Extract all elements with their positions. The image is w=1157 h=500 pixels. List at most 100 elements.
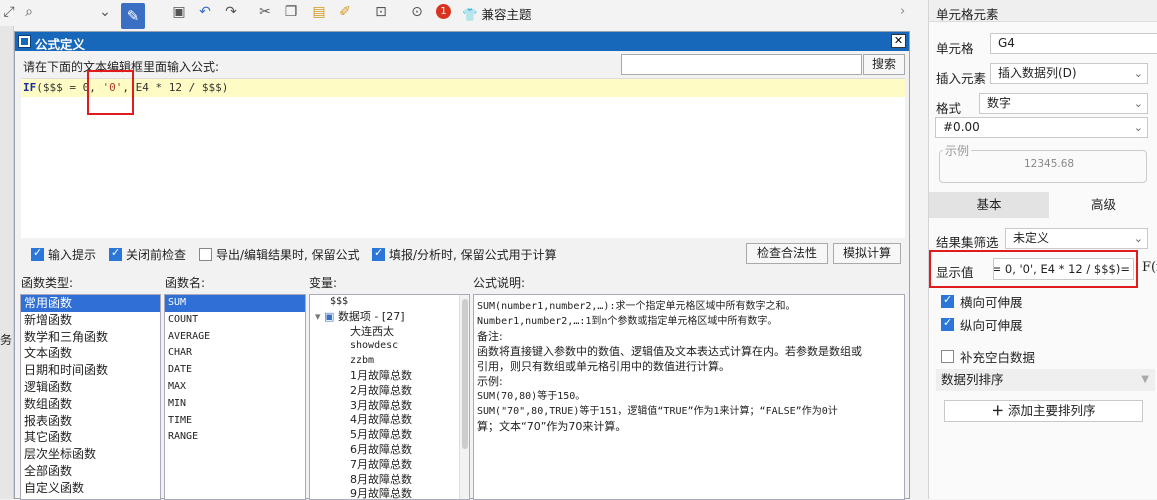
variable-scrollbar[interactable] [459,295,469,499]
expand-icon[interactable]: ⤢ [0,3,18,21]
list-item[interactable]: CHAR [165,345,305,362]
tree-item[interactable]: 7月故障总数 [310,458,469,473]
check-before-close-checkbox[interactable]: 关闭前检查 [109,246,186,263]
paste-icon[interactable]: ▤ [310,3,328,21]
display-value-field[interactable]: =IF($$$ = 0, '0', E4 * 12 / $$$) [993,258,1134,280]
display-label: 显示值 [936,265,974,280]
format-painter-icon[interactable]: ✐ [336,3,354,21]
redo-icon[interactable]: ↷ [222,3,240,21]
cell-element-panel: 单元格元素 单元格 G4 插入元素 插入数据列(D) ⌄ 格式 数字 ⌄ #0.00… [928,0,1157,499]
tree-dataset[interactable]: ▾ ▣ 数据项 - [27] [310,310,469,325]
list-item[interactable]: AVERAGE [165,329,305,346]
chevron-down-icon: ⌄ [1133,232,1143,245]
export-keep-formula-checkbox[interactable]: 导出/编辑结果时, 保留公式 [199,246,360,263]
insert-select[interactable]: 插入数据列(D) ⌄ [990,63,1148,84]
app-icon [18,35,31,48]
cell-field[interactable]: G4 [990,33,1157,54]
undo-icon[interactable]: ↶ [196,3,214,21]
tree-item[interactable]: 大连西太 [310,325,469,340]
tree-item[interactable]: 3月故障总数 [310,399,469,414]
compat-theme-label: 兼容主题 [481,7,532,22]
desc-line: Number1,number2,…:1到n个参数或指定单元格区域中所有数字。 [477,316,778,327]
desc-line: 备注: [477,330,503,343]
preview-icon[interactable]: ⊡ [372,3,390,21]
func-name-list[interactable]: SUM COUNT AVERAGE CHAR DATE MAX MIN TIME… [164,294,306,500]
chevron-right-icon[interactable]: › [900,4,905,19]
panel-title: 单元格元素 [936,7,999,22]
formula-editor[interactable]: IF($$$ = 0, '0', E4 * 12 / $$$) [21,78,905,238]
tree-root[interactable]: $$$ [310,295,469,310]
list-item[interactable]: MAX [165,379,305,396]
desc-line: 算；文本“70”作为70来计算。 [477,420,627,433]
list-item[interactable]: RANGE [165,429,305,446]
list-item[interactable]: 全部函数 [21,463,160,480]
horizontal-expand-checkbox[interactable]: 横向可伸展 [941,292,1023,311]
format-pattern-select[interactable]: #0.00 ⌄ [935,117,1148,138]
dialog-title: 公式定义 [35,37,86,52]
list-item[interactable]: 逻辑函数 [21,379,160,396]
fill-blank-checkbox[interactable]: 补充空白数据 [941,347,1035,366]
list-item[interactable]: DATE [165,362,305,379]
input-hint-checkbox[interactable]: 输入提示 [31,246,96,263]
add-sort-button[interactable]: ＋ 添加主要排列序 [944,400,1143,422]
format-select[interactable]: 数字 ⌄ [979,93,1148,114]
search-button[interactable]: 搜索 [863,54,905,75]
sort-header[interactable]: 数据列排序 ▼ [936,369,1155,391]
fill-keep-formula-checkbox[interactable]: 填报/分析时, 保留公式用于计算 [372,246,557,263]
tab-advanced[interactable]: 高级 [1049,192,1157,218]
list-item[interactable]: COUNT [165,312,305,329]
cut-icon[interactable]: ✂ [256,3,274,21]
desc-line: 函数将直接键入参数中的数值、逻辑值及文本表达式计算在内。若参数是数组或 [477,345,862,358]
tree-item[interactable]: 1月故障总数 [310,369,469,384]
example-label: 示例 [943,142,972,159]
left-side-strip: 务 [0,26,14,499]
list-item[interactable]: 层次坐标函数 [21,446,160,463]
save-icon[interactable]: ▣ [170,3,188,21]
list-item[interactable]: 文本函数 [21,345,160,362]
tree-item[interactable]: 6月故障总数 [310,443,469,458]
dialog-title-bar: 公式定义 ✕ [15,32,909,52]
compat-theme-button[interactable]: 👕 兼容主题 [462,4,532,23]
list-item[interactable]: TIME [165,413,305,430]
vertical-expand-checkbox[interactable]: 纵向可伸展 [941,315,1023,334]
list-item[interactable]: 日期和时间函数 [21,362,160,379]
highlight-box [87,70,134,115]
tree-item[interactable]: 2月故障总数 [310,384,469,399]
search-icon[interactable]: ⌕ [20,3,38,21]
simulate-button[interactable]: 模拟计算 [833,243,901,264]
func-type-label: 函数类型: [21,276,74,290]
func-type-list[interactable]: 常用函数 新增函数 数学和三角函数 文本函数 日期和时间函数 逻辑函数 数组函数… [20,294,161,500]
list-item[interactable]: MIN [165,396,305,413]
tab-basic[interactable]: 基本 [929,192,1049,218]
list-item[interactable]: 其它函数 [21,429,160,446]
list-item[interactable]: 数学和三角函数 [21,329,160,346]
variable-tree[interactable]: $$$ ▾ ▣ 数据项 - [27] 大连西太 showdesc zzbm 1月… [309,294,470,500]
check-validity-button[interactable]: 检查合法性 [746,243,828,264]
tree-item[interactable]: zzbm [310,354,469,369]
tree-item[interactable]: 8月故障总数 [310,473,469,488]
list-item[interactable]: 自定义函数 [21,480,160,497]
filter-select[interactable]: 未定义 ⌄ [1005,228,1148,249]
chevron-down-icon: ▼ [1141,374,1149,385]
list-item[interactable]: 报表函数 [21,413,160,430]
notification-badge[interactable]: 1 [436,4,451,19]
description-panel: SUM(number1,number2,…):求一个指定单元格区域中所有数字之和… [473,294,905,500]
copy-icon[interactable]: ❐ [282,3,300,21]
formula-button[interactable]: F(x) [1142,260,1157,275]
top-toolbar: ⤢ ⌕ ⌄ ✎ ▣ ↶ ↷ ✂ ❐ ▤ ✐ ⊡ ⊙ 1 👕 兼容主题 › [0,0,928,29]
format-label: 格式 [936,101,962,116]
tree-item[interactable]: showdesc [310,339,469,354]
formula-editor-icon[interactable]: ✎ [121,3,145,29]
list-item[interactable]: 常用函数 [21,295,160,312]
chevron-down-icon[interactable]: ⌄ [96,3,114,21]
tree-item[interactable]: 9月故障总数 [310,487,469,499]
collapse-icon[interactable]: ▾ [315,310,321,323]
tree-item[interactable]: 5月故障总数 [310,428,469,443]
tree-item[interactable]: 4月故障总数 [310,413,469,428]
search-input[interactable] [621,54,862,75]
find-icon[interactable]: ⊙ [408,3,426,21]
list-item[interactable]: 数组函数 [21,396,160,413]
list-item[interactable]: SUM [165,295,305,312]
close-button[interactable]: ✕ [891,34,906,48]
list-item[interactable]: 新增函数 [21,312,160,329]
